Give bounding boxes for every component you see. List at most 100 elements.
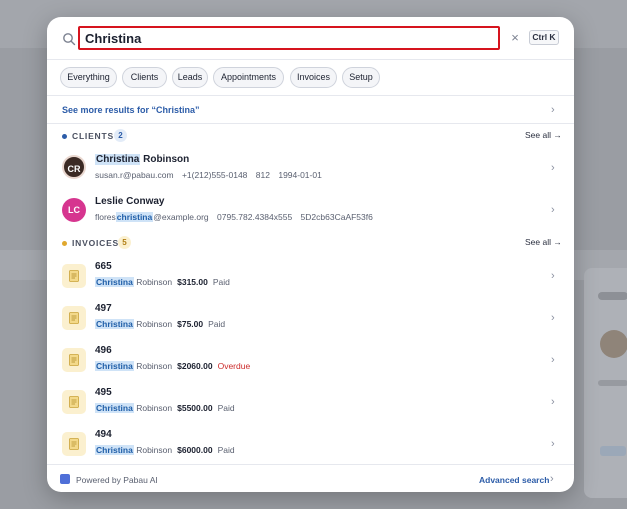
clients-see-all-link[interactable]: See all → (525, 130, 562, 140)
invoice-status: Paid (208, 319, 226, 329)
client-last-name: Robinson (133, 277, 173, 287)
client-details: susan.r@pabau.com +1(212)555-0148 812 19… (95, 170, 322, 180)
tab-invoices[interactable]: Invoices (290, 67, 337, 88)
invoice-icon (62, 306, 86, 330)
client-first-highlight: Christina (95, 403, 134, 413)
client-first-highlight: Christina (95, 445, 134, 455)
chevron-right-icon: › (551, 312, 555, 324)
client-dob: 1994-01-01 (278, 170, 322, 180)
clients-label: CLIENTS (72, 131, 114, 141)
filter-tabs: Everything Clients Leads Appointments In… (47, 60, 574, 96)
client-details: floreschristina@example.org 0795.782.438… (95, 212, 373, 222)
client-name: Leslie Conway (95, 196, 165, 207)
name-highlight: Christina (95, 154, 141, 165)
invoice-number: 665 (95, 261, 112, 272)
shortcut-badge: Ctrl K (529, 30, 559, 45)
invoice-details: Christina Robinson $2060.00 Overdue (95, 361, 250, 371)
chevron-right-icon: › (551, 270, 555, 282)
chevron-right-icon: › (551, 354, 555, 366)
invoice-icon (62, 264, 86, 288)
chevron-right-icon: › (551, 396, 555, 408)
invoice-number: 494 (95, 429, 112, 440)
background-heading (598, 292, 627, 300)
client-last-name: Robinson (133, 445, 173, 455)
client-last-name: Robinson (133, 319, 173, 329)
advanced-search-link[interactable]: Advanced search (479, 475, 549, 485)
search-icon (63, 33, 76, 46)
invoice-amount: $75.00 (177, 319, 204, 329)
tab-appointments[interactable]: Appointments (213, 67, 284, 88)
invoice-number: 495 (95, 387, 112, 398)
avatar: CR (62, 155, 86, 179)
clients-section-header: CLIENTS 2 See all → (47, 129, 574, 145)
chevron-right-icon: › (551, 204, 555, 216)
invoice-amount: $6000.00 (177, 445, 213, 455)
invoice-details: Christina Robinson $6000.00 Paid (95, 445, 235, 455)
invoices-dot (62, 241, 67, 246)
invoice-details: Christina Robinson $315.00 Paid (95, 277, 230, 287)
see-more-label: See more results for “Christina” (62, 105, 200, 115)
close-icon[interactable]: × (509, 31, 521, 45)
tab-everything[interactable]: Everything (60, 67, 117, 88)
email-suffix: @example.org (153, 212, 209, 222)
invoice-status: Paid (217, 445, 235, 455)
chevron-right-icon: › (550, 473, 554, 485)
background-avatar (600, 330, 627, 358)
powered-by-label: Powered by Pabau AI (76, 475, 158, 485)
clients-count-badge: 2 (114, 129, 127, 142)
client-last-name: Robinson (133, 361, 173, 371)
see-more-results[interactable]: See more results for “Christina” › (47, 96, 574, 124)
tab-clients[interactable]: Clients (122, 67, 167, 88)
client-row[interactable]: LC Leslie Conway floreschristina@example… (47, 191, 574, 229)
email-prefix: flores (95, 212, 116, 222)
invoice-status: Paid (217, 403, 235, 413)
invoice-row[interactable]: 494 Christina Robinson $6000.00 Paid › (47, 425, 574, 463)
tab-setup[interactable]: Setup (342, 67, 380, 88)
client-extra: 812 (255, 170, 270, 180)
background-text (598, 380, 627, 386)
client-last-name: Robinson (133, 403, 173, 413)
clients-dot (62, 134, 67, 139)
invoice-details: Christina Robinson $5500.00 Paid (95, 403, 235, 413)
avatar: LC (62, 198, 86, 222)
invoice-icon (62, 432, 86, 456)
client-phone: 0795.782.4384x555 (217, 212, 293, 222)
invoice-row[interactable]: 495 Christina Robinson $5500.00 Paid › (47, 383, 574, 421)
modal-footer: Powered by Pabau AI Advanced search › (47, 464, 574, 492)
chevron-right-icon: › (551, 438, 555, 450)
client-first-highlight: Christina (95, 277, 134, 287)
email-highlight: christina (115, 212, 154, 222)
invoice-row[interactable]: 496 Christina Robinson $2060.00 Overdue › (47, 341, 574, 379)
invoices-label: INVOICES (72, 238, 120, 248)
client-phone: +1(212)555-0148 (181, 170, 248, 180)
ai-icon (60, 474, 70, 484)
chevron-right-icon: › (551, 104, 555, 116)
invoice-status: Overdue (217, 361, 251, 371)
invoices-see-all-link[interactable]: See all → (525, 237, 562, 247)
invoice-amount: $5500.00 (177, 403, 213, 413)
invoice-number: 496 (95, 345, 112, 356)
invoice-amount: $315.00 (177, 277, 208, 287)
invoice-status: Paid (212, 277, 230, 287)
client-first-highlight: Christina (95, 319, 134, 329)
chevron-right-icon: › (551, 162, 555, 174)
invoice-row[interactable]: 497 Christina Robinson $75.00 Paid › (47, 299, 574, 337)
search-input[interactable] (78, 26, 500, 50)
client-name: Christina Robinson (95, 154, 189, 165)
client-email: susan.r@pabau.com (95, 170, 174, 180)
client-extra: 5D2cb63CaAF53f6 (300, 212, 373, 222)
invoice-icon (62, 390, 86, 414)
client-first-highlight: Christina (95, 361, 134, 371)
search-modal: × Ctrl K Everything Clients Leads Appoin… (47, 17, 574, 492)
search-bar: × Ctrl K (47, 17, 574, 60)
invoices-section-header: INVOICES 5 See all → (47, 236, 574, 252)
invoice-number: 497 (95, 303, 112, 314)
client-row[interactable]: CR Christina Robinson susan.r@pabau.com … (47, 149, 574, 187)
invoice-row[interactable]: 665 Christina Robinson $315.00 Paid › (47, 257, 574, 295)
background-button (600, 446, 626, 456)
tab-leads[interactable]: Leads (172, 67, 208, 88)
invoice-icon (62, 348, 86, 372)
invoices-count-badge: 5 (118, 236, 131, 249)
invoice-amount: $2060.00 (177, 361, 213, 371)
name-rest: Robinson (140, 154, 190, 165)
